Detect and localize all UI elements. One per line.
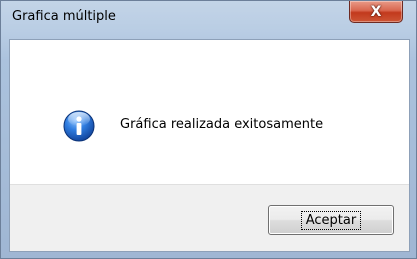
button-bar: Aceptar	[10, 184, 409, 251]
ok-button-label: Aceptar	[300, 210, 362, 230]
message-area: Gráfica realizada exitosamente	[10, 40, 409, 184]
info-icon	[63, 110, 95, 142]
message-text: Gráfica realizada exitosamente	[120, 117, 324, 132]
ok-button[interactable]: Aceptar	[268, 205, 394, 235]
title-bar[interactable]: Grafica múltiple X	[1, 1, 417, 32]
window-title: Grafica múltiple	[12, 9, 116, 24]
message-dialog: Grafica múltiple X Gráfica realizada exi…	[0, 0, 417, 259]
close-icon: X	[370, 3, 382, 20]
dialog-content: Gráfica realizada exitosamente Aceptar	[9, 39, 410, 252]
close-button[interactable]: X	[349, 1, 403, 23]
